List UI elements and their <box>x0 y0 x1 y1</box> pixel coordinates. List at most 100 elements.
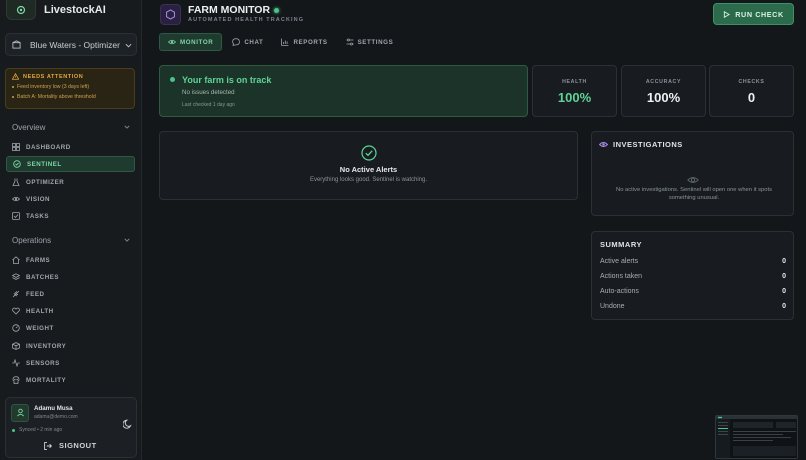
chevron-down-icon <box>124 123 130 132</box>
sidebar-item-optimizer[interactable]: OPTIMIZER <box>6 174 135 190</box>
sync-status-text: Synced • 2 min ago <box>19 427 63 433</box>
brand-logo-icon <box>6 0 36 20</box>
section-overview-label: Overview <box>12 123 46 132</box>
user-icon <box>16 404 25 422</box>
sidebar: LivestockAI Blue Waters - Optimizer NEED… <box>0 0 142 460</box>
metric-value: 100% <box>646 90 681 105</box>
sidebar-item-label: OPTIMIZER <box>26 178 65 186</box>
flask-icon <box>12 178 20 186</box>
attention-item-text: Feed inventory low (3 days left) <box>17 84 90 90</box>
main-content: FARM MONITOR AUTOMATED HEALTH TRACKING R… <box>143 0 806 460</box>
brand[interactable]: LivestockAI <box>6 0 106 20</box>
needs-attention-panel: NEEDS ATTENTION Feed inventory low (3 da… <box>5 68 135 109</box>
grid-icon <box>12 143 20 151</box>
run-check-button[interactable]: RUN CHECK <box>713 3 794 25</box>
sidebar-item-dashboard[interactable]: DASHBOARD <box>6 139 135 155</box>
layers-icon <box>12 273 20 281</box>
farm-selector-value: Blue Waters - Optimizer <box>30 39 120 50</box>
summary-row: Auto-actions 0 <box>600 288 786 295</box>
warning-icon <box>12 73 19 80</box>
logout-icon <box>44 441 52 450</box>
sidebar-item-feed[interactable]: FEED <box>6 286 135 302</box>
screen-preview-thumbnail[interactable] <box>715 415 798 459</box>
section-operations[interactable]: Operations <box>12 236 130 245</box>
farm-icon <box>12 36 21 54</box>
chevron-down-icon <box>125 36 132 54</box>
summary-row-label: Active alerts <box>600 258 639 265</box>
investigations-empty-message: No active investigations. Sentinel will … <box>616 187 772 202</box>
tab-chat[interactable]: CHAT <box>224 33 271 51</box>
investigations-title: INVESTIGATIONS <box>613 140 683 149</box>
attention-item[interactable]: Batch A: Mortality above threshold <box>12 94 128 100</box>
sidebar-item-mortality[interactable]: MORTALITY <box>6 372 135 388</box>
tab-bar: MONITOR CHAT REPORTS SETTINGS <box>159 33 403 51</box>
sidebar-item-label: VISION <box>26 195 50 203</box>
tab-monitor[interactable]: MONITOR <box>159 33 223 51</box>
sidebar-item-label: FEED <box>26 290 45 298</box>
alerts-subtitle: Everything looks good. Sentinel is watch… <box>309 177 428 183</box>
needs-attention-header: NEEDS ATTENTION <box>12 73 128 80</box>
tab-label: MONITOR <box>180 38 214 46</box>
user-name: Adamu Musa <box>34 405 73 412</box>
signout-button[interactable]: SIGNOUT <box>44 441 97 450</box>
sidebar-item-sentinel[interactable]: SENTINEL <box>6 156 135 172</box>
section-operations-label: Operations <box>12 236 52 245</box>
eye-icon <box>599 140 608 149</box>
alerts-title: No Active Alerts <box>339 165 398 174</box>
checkbox-icon <box>12 212 20 220</box>
needs-attention-title: NEEDS ATTENTION <box>23 73 84 80</box>
page-title: FARM MONITOR <box>188 4 280 16</box>
sidebar-item-weight[interactable]: WEIGHT <box>6 320 135 336</box>
metric-checks: CHECKS 0 <box>709 65 794 117</box>
status-subtitle: No issues detected <box>182 89 235 96</box>
avatar[interactable] <box>11 404 29 422</box>
sidebar-item-tasks[interactable]: TASKS <box>6 208 135 224</box>
summary-row-label: Actions taken <box>600 273 643 280</box>
sync-status: Synced • 2 min ago <box>12 427 62 433</box>
tab-settings[interactable]: SETTINGS <box>338 33 402 51</box>
sidebar-item-vision[interactable]: VISION <box>6 191 135 207</box>
farm-status-card: Your farm is on track No issues detected… <box>159 65 528 117</box>
investigations-header: INVESTIGATIONS <box>599 140 683 149</box>
summary-row-label: Auto-actions <box>600 288 639 295</box>
attention-item[interactable]: Feed inventory low (3 days left) <box>12 84 128 90</box>
sliders-icon <box>346 38 354 46</box>
run-check-label: RUN CHECK <box>735 9 784 19</box>
farm-selector[interactable]: Blue Waters - Optimizer <box>5 33 137 56</box>
metric-value: 0 <box>747 90 756 105</box>
sidebar-item-label: WEIGHT <box>26 324 54 332</box>
sentinel-hexagon-icon <box>160 4 181 25</box>
sidebar-item-label: SENSORS <box>26 359 60 367</box>
sidebar-item-health[interactable]: HEALTH <box>6 303 135 319</box>
chevron-down-icon <box>124 236 130 245</box>
sidebar-item-inventory[interactable]: INVENTORY <box>6 338 135 354</box>
eye-icon <box>12 195 20 203</box>
sidebar-item-label: FARMS <box>26 256 51 264</box>
summary-title: SUMMARY <box>600 240 642 249</box>
tab-reports[interactable]: REPORTS <box>273 33 335 51</box>
status-title: Your farm is on track <box>182 75 272 85</box>
investigations-panel: INVESTIGATIONS No active investigations.… <box>591 131 794 216</box>
eye-icon <box>168 38 176 46</box>
metric-label: CHECKS <box>738 79 765 85</box>
activity-icon <box>12 359 20 367</box>
sidebar-item-farms[interactable]: FARMS <box>6 252 135 268</box>
metric-value: 100% <box>557 90 592 105</box>
shield-icon <box>13 160 21 168</box>
metric-label: ACCURACY <box>645 79 682 85</box>
sidebar-item-sensors[interactable]: SENSORS <box>6 355 135 371</box>
sidebar-item-label: TASKS <box>26 212 50 220</box>
status-dot <box>170 77 175 82</box>
last-checked: Last checked 1 day ago <box>182 102 235 108</box>
page-subtitle: AUTOMATED HEALTH TRACKING <box>188 17 305 23</box>
user-card: Adamu Musa adamu@demo.com Synced • 2 min… <box>5 397 137 458</box>
moon-icon[interactable] <box>122 416 133 434</box>
summary-row-label: Undone <box>600 303 625 310</box>
sidebar-item-label: MORTALITY <box>26 376 67 384</box>
brand-name: LivestockAI <box>44 4 106 16</box>
section-overview[interactable]: Overview <box>12 123 130 132</box>
chat-icon <box>232 38 241 46</box>
sidebar-item-batches[interactable]: BATCHES <box>6 269 135 285</box>
sidebar-item-label: BATCHES <box>26 273 59 281</box>
live-status-dot <box>274 7 280 13</box>
